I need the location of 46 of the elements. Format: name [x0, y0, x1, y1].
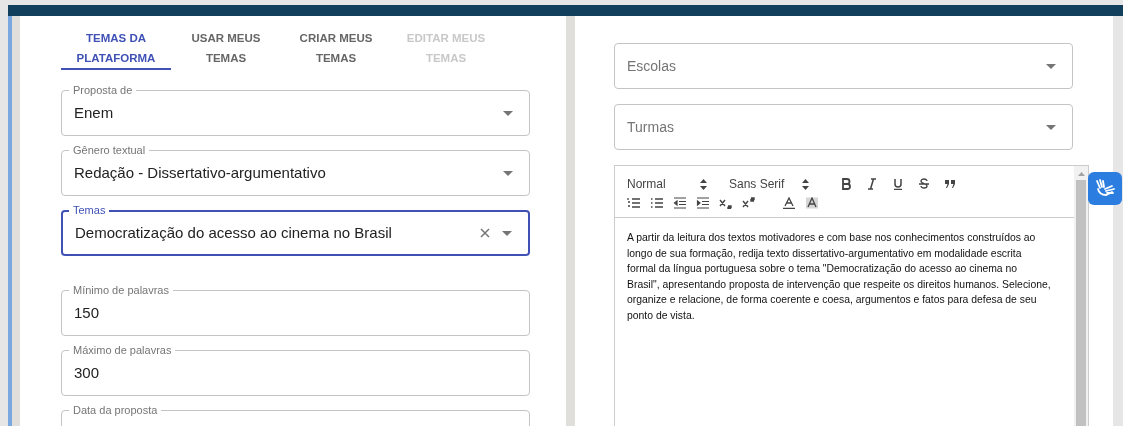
field-label: Data da proposta — [69, 403, 162, 417]
field-label: Mínimo de palavras — [69, 283, 173, 297]
superscript-icon[interactable] — [742, 197, 756, 209]
select-field[interactable]: Escolas — [614, 43, 1073, 89]
updown-icon[interactable] — [700, 178, 707, 190]
dropdown-caret-icon[interactable] — [1046, 63, 1056, 69]
updown-icon[interactable] — [802, 178, 809, 190]
underline-icon[interactable] — [891, 178, 905, 190]
hand-sign-icon — [1094, 178, 1116, 199]
field-placeholder: Turmas — [627, 117, 675, 137]
field-value: Redação - Dissertativo-argumentativo — [74, 162, 327, 183]
indent-icon[interactable] — [696, 197, 710, 209]
accessibility-button[interactable] — [1088, 172, 1122, 205]
header-select[interactable]: Normal — [627, 175, 707, 193]
field-label: Proposta de — [69, 83, 137, 97]
quote-icon[interactable] — [943, 178, 957, 190]
dropdown-caret-icon[interactable] — [503, 110, 513, 116]
background-color-icon[interactable] — [805, 197, 819, 209]
tab[interactable]: CRIAR MEUS TEMAS — [281, 28, 391, 70]
strikethrough-icon[interactable] — [917, 178, 931, 190]
outdent-icon[interactable] — [673, 197, 687, 209]
field-label: Temas — [69, 203, 110, 217]
bold-icon[interactable] — [839, 178, 853, 190]
dropdown-caret-icon[interactable] — [1046, 124, 1056, 130]
tab[interactable]: TEMAS DA PLATAFORMA — [61, 28, 171, 70]
font-select[interactable]: Sans Serif — [729, 175, 809, 193]
ordered-list-icon[interactable] — [627, 197, 641, 209]
tab[interactable]: USAR MEUS TEMAS — [171, 28, 281, 70]
italic-icon[interactable] — [865, 178, 879, 190]
field-label: Gênero textual — [69, 143, 150, 157]
field-value: 150 — [74, 302, 101, 323]
field-value: Enem — [74, 102, 115, 123]
field-label: Máximo de palavras — [69, 343, 176, 357]
select-field[interactable]: Turmas — [614, 104, 1073, 150]
editor-content[interactable]: A partir da leitura dos textos motivadores e com base nos conhecimentos construídos ao longo de sua formação, redija texto dissertativo-argumentativo em modalidade escrita formal da língua portuguesa sobre o tema "Democratização do acesso ao cinema no Brasil", apresentando proposta de intervenção que respeite os direitos humanos. Selecione, organize e relacione, de forma coerente e coesa, argumentos e fatos para defesa de seu ponto de vista. — [615, 218, 1074, 323]
field-placeholder: Escolas — [627, 56, 678, 76]
clear-icon[interactable] — [480, 228, 490, 238]
dropdown-caret-icon[interactable] — [502, 230, 512, 236]
field-value: Democratização do acesso ao cinema no Brasil — [75, 222, 393, 243]
bullet-list-icon[interactable] — [650, 197, 664, 209]
scrollbar[interactable] — [1074, 166, 1088, 426]
dropdown-caret-icon[interactable] — [503, 170, 513, 176]
subscript-icon[interactable] — [719, 197, 733, 209]
text-editor[interactable] — [614, 165, 1089, 426]
text-color-icon[interactable] — [782, 197, 796, 209]
field-value: 300 — [74, 362, 101, 383]
